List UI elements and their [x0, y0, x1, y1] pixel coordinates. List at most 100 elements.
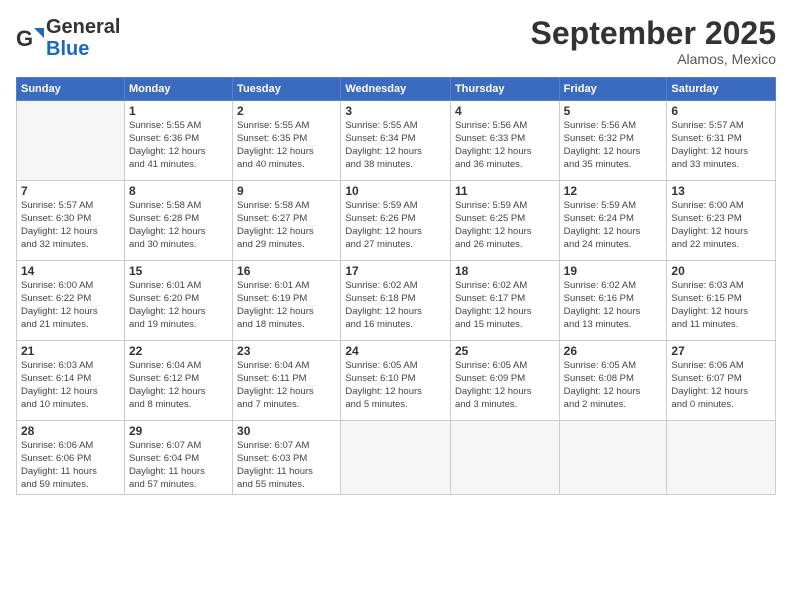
location: Alamos, Mexico [531, 51, 776, 67]
week-row-4: 21 Sunrise: 6:03 AMSunset: 6:14 PMDayligh… [17, 341, 776, 421]
day-cell [667, 421, 776, 495]
day-cell: 5 Sunrise: 5:56 AMSunset: 6:32 PMDaylight… [559, 101, 667, 181]
day-info: Sunrise: 6:04 AMSunset: 6:11 PMDaylight:… [237, 360, 336, 411]
day-cell: 4 Sunrise: 5:56 AMSunset: 6:33 PMDaylight… [450, 101, 559, 181]
day-info: Sunrise: 5:57 AMSunset: 6:31 PMDaylight:… [671, 120, 771, 171]
day-info: Sunrise: 6:05 AMSunset: 6:10 PMDaylight:… [345, 360, 446, 411]
day-info: Sunrise: 5:59 AMSunset: 6:25 PMDaylight:… [455, 200, 555, 251]
day-cell: 3 Sunrise: 5:55 AMSunset: 6:34 PMDaylight… [341, 101, 451, 181]
day-number: 6 [671, 104, 771, 118]
col-sunday: Sunday [17, 78, 125, 101]
day-cell: 26Sunrise: 6:05 AMSunset: 6:08 PMDayligh… [559, 341, 667, 421]
day-number: 16 [237, 264, 336, 278]
day-cell: 2Sunrise: 5:55 AMSunset: 6:35 PMDaylight… [233, 101, 341, 181]
col-tuesday: Tuesday [233, 78, 341, 101]
day-cell: 7 Sunrise: 5:57 AMSunset: 6:30 PMDaylight… [17, 181, 125, 261]
day-number: 18 [455, 264, 555, 278]
day-number: 15 [129, 264, 228, 278]
day-info: Sunrise: 5:59 AMSunset: 6:26 PMDaylight:… [345, 200, 446, 251]
day-cell: 28Sunrise: 6:06 AMSunset: 6:06 PMDayligh… [17, 421, 125, 495]
day-cell: 9 Sunrise: 5:58 AMSunset: 6:27 PMDaylight… [233, 181, 341, 261]
day-info: Sunrise: 5:58 AMSunset: 6:28 PMDaylight:… [129, 200, 228, 251]
day-cell: 24 Sunrise: 6:05 AMSunset: 6:10 PMDayligh… [341, 341, 451, 421]
day-info: Sunrise: 5:58 AMSunset: 6:27 PMDaylight:… [237, 200, 336, 251]
day-cell [450, 421, 559, 495]
title-block: September 2025 Alamos, Mexico [531, 16, 776, 67]
day-cell [559, 421, 667, 495]
day-info: Sunrise: 6:01 AMSunset: 6:20 PMDaylight:… [129, 280, 228, 331]
day-info: Sunrise: 6:07 AMSunset: 6:03 PMDaylight:… [237, 440, 336, 491]
day-cell: 29Sunrise: 6:07 AMSunset: 6:04 PMDayligh… [124, 421, 232, 495]
day-number: 17 [345, 264, 446, 278]
day-cell: 22Sunrise: 6:04 AMSunset: 6:12 PMDayligh… [124, 341, 232, 421]
calendar-header-row: Sunday Monday Tuesday Wednesday Thursday… [17, 78, 776, 101]
day-number: 12 [564, 184, 663, 198]
day-info: Sunrise: 6:06 AMSunset: 6:06 PMDaylight:… [21, 440, 120, 491]
day-info: Sunrise: 6:05 AMSunset: 6:09 PMDaylight:… [455, 360, 555, 411]
day-cell: 21 Sunrise: 6:03 AMSunset: 6:14 PMDayligh… [17, 341, 125, 421]
week-row-5: 28Sunrise: 6:06 AMSunset: 6:06 PMDayligh… [17, 421, 776, 495]
day-info: Sunrise: 6:00 AMSunset: 6:22 PMDaylight:… [21, 280, 120, 331]
svg-text:G: G [16, 26, 33, 51]
day-info: Sunrise: 6:02 AMSunset: 6:17 PMDaylight:… [455, 280, 555, 331]
day-info: Sunrise: 6:02 AMSunset: 6:16 PMDaylight:… [564, 280, 663, 331]
day-info: Sunrise: 5:57 AMSunset: 6:30 PMDaylight:… [21, 200, 120, 251]
day-number: 3 [345, 104, 446, 118]
day-number: 10 [345, 184, 446, 198]
day-number: 19 [564, 264, 663, 278]
day-cell: 6 Sunrise: 5:57 AMSunset: 6:31 PMDaylight… [667, 101, 776, 181]
day-info: Sunrise: 6:03 AMSunset: 6:15 PMDaylight:… [671, 280, 771, 331]
day-cell: 13Sunrise: 6:00 AMSunset: 6:23 PMDayligh… [667, 181, 776, 261]
day-cell: 17 Sunrise: 6:02 AMSunset: 6:18 PMDayligh… [341, 261, 451, 341]
col-thursday: Thursday [450, 78, 559, 101]
day-number: 4 [455, 104, 555, 118]
logo: G General Blue [16, 16, 120, 60]
day-number: 24 [345, 344, 446, 358]
logo-blue-text: Blue [46, 38, 89, 60]
day-number: 30 [237, 424, 336, 438]
day-info: Sunrise: 6:03 AMSunset: 6:14 PMDaylight:… [21, 360, 120, 411]
day-cell [341, 421, 451, 495]
logo-icon: G [16, 24, 44, 52]
day-info: Sunrise: 6:06 AMSunset: 6:07 PMDaylight:… [671, 360, 771, 411]
calendar-table: Sunday Monday Tuesday Wednesday Thursday… [16, 77, 776, 495]
day-cell: 27 Sunrise: 6:06 AMSunset: 6:07 PMDayligh… [667, 341, 776, 421]
day-number: 5 [564, 104, 663, 118]
day-number: 20 [671, 264, 771, 278]
day-info: Sunrise: 6:07 AMSunset: 6:04 PMDaylight:… [129, 440, 228, 491]
day-info: Sunrise: 5:59 AMSunset: 6:24 PMDaylight:… [564, 200, 663, 251]
col-monday: Monday [124, 78, 232, 101]
header: G General Blue September 2025 Alamos, Me… [16, 16, 776, 67]
day-number: 9 [237, 184, 336, 198]
day-info: Sunrise: 5:56 AMSunset: 6:33 PMDaylight:… [455, 120, 555, 171]
day-info: Sunrise: 5:55 AMSunset: 6:35 PMDaylight:… [237, 120, 336, 171]
col-wednesday: Wednesday [341, 78, 451, 101]
month-title: September 2025 [531, 16, 776, 51]
day-cell: 12 Sunrise: 5:59 AMSunset: 6:24 PMDayligh… [559, 181, 667, 261]
day-number: 11 [455, 184, 555, 198]
day-number: 21 [21, 344, 120, 358]
day-cell: 14Sunrise: 6:00 AMSunset: 6:22 PMDayligh… [17, 261, 125, 341]
day-cell: 20 Sunrise: 6:03 AMSunset: 6:15 PMDayligh… [667, 261, 776, 341]
day-cell [17, 101, 125, 181]
day-cell: 19 Sunrise: 6:02 AMSunset: 6:16 PMDayligh… [559, 261, 667, 341]
day-info: Sunrise: 5:55 AMSunset: 6:36 PMDaylight:… [129, 120, 228, 171]
page: G General Blue September 2025 Alamos, Me… [0, 0, 792, 612]
day-number: 22 [129, 344, 228, 358]
week-row-1: 1Sunrise: 5:55 AMSunset: 6:36 PMDaylight… [17, 101, 776, 181]
day-cell: 8Sunrise: 5:58 AMSunset: 6:28 PMDaylight… [124, 181, 232, 261]
day-info: Sunrise: 5:55 AMSunset: 6:34 PMDaylight:… [345, 120, 446, 171]
day-cell: 15 Sunrise: 6:01 AMSunset: 6:20 PMDayligh… [124, 261, 232, 341]
day-info: Sunrise: 6:01 AMSunset: 6:19 PMDaylight:… [237, 280, 336, 331]
day-number: 25 [455, 344, 555, 358]
day-cell: 18 Sunrise: 6:02 AMSunset: 6:17 PMDayligh… [450, 261, 559, 341]
day-cell: 23Sunrise: 6:04 AMSunset: 6:11 PMDayligh… [233, 341, 341, 421]
day-number: 27 [671, 344, 771, 358]
day-number: 13 [671, 184, 771, 198]
day-info: Sunrise: 6:02 AMSunset: 6:18 PMDaylight:… [345, 280, 446, 331]
day-cell: 16 Sunrise: 6:01 AMSunset: 6:19 PMDayligh… [233, 261, 341, 341]
day-number: 7 [21, 184, 120, 198]
day-cell: 25 Sunrise: 6:05 AMSunset: 6:09 PMDayligh… [450, 341, 559, 421]
day-number: 26 [564, 344, 663, 358]
day-info: Sunrise: 5:56 AMSunset: 6:32 PMDaylight:… [564, 120, 663, 171]
